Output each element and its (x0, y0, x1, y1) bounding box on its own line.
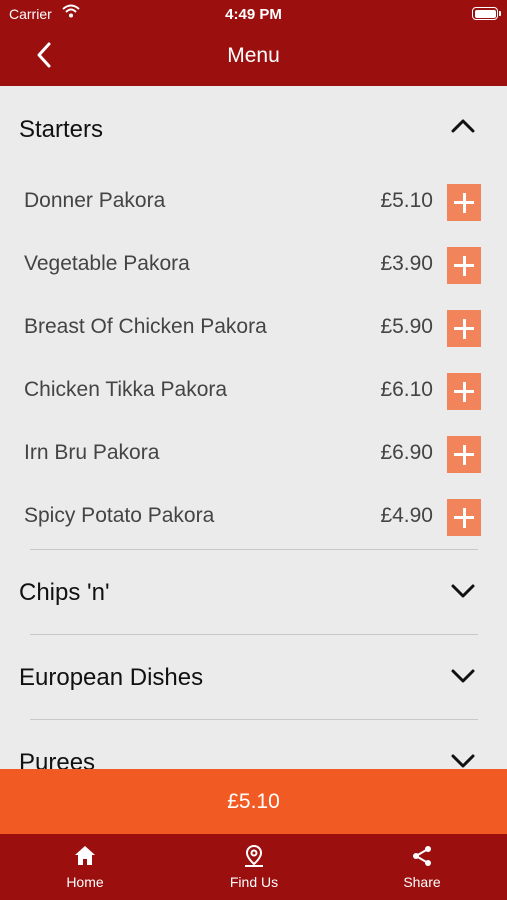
menu-item: Spicy Potato Pakora £4.90 (0, 488, 507, 548)
add-item-button[interactable] (447, 436, 481, 473)
chevron-down-icon (451, 584, 475, 598)
status-time: 4:49 PM (225, 6, 282, 23)
location-pin-icon (245, 844, 263, 867)
item-price: £5.10 (380, 189, 433, 212)
tab-home[interactable]: Home (25, 834, 145, 900)
add-item-button[interactable] (447, 310, 481, 347)
chevron-down-icon (451, 669, 475, 683)
status-bar: Carrier 4:49 PM (0, 0, 507, 28)
section-header-starters[interactable]: Starters (0, 86, 507, 166)
tab-label: Share (403, 874, 441, 890)
menu-item: Vegetable Pakora £3.90 (0, 236, 507, 296)
menu-item: Irn Bru Pakora £6.90 (0, 425, 507, 485)
section-header-chips[interactable]: Chips 'n' (0, 550, 507, 630)
menu-item: Chicken Tikka Pakora £6.10 (0, 362, 507, 422)
section-label: Purees (19, 749, 96, 769)
tab-label: Find Us (229, 874, 279, 890)
page-title: Menu (227, 44, 280, 67)
item-name: Chicken Tikka Pakora (24, 378, 228, 401)
add-item-button[interactable] (447, 184, 481, 221)
item-price: £6.10 (380, 378, 433, 401)
chevron-up-icon (451, 119, 475, 133)
section-label: Chips 'n' (19, 579, 110, 606)
item-name: Vegetable Pakora (24, 252, 190, 275)
menu-list[interactable]: Starters Donner Pakora £5.10 Vegetable P… (0, 86, 507, 769)
item-price: £4.90 (380, 504, 433, 527)
item-price: £5.90 (380, 315, 433, 338)
menu-item: Breast Of Chicken Pakora £5.90 (0, 299, 507, 359)
menu-item: Donner Pakora £5.10 (0, 173, 507, 233)
item-name: Spicy Potato Pakora (24, 504, 215, 527)
add-item-button[interactable] (447, 373, 481, 410)
tab-share[interactable]: Share (362, 834, 482, 900)
battery-icon (472, 7, 501, 20)
item-name: Donner Pakora (24, 189, 166, 212)
tab-find-us[interactable]: Find Us (194, 834, 314, 900)
section-header-european-dishes[interactable]: European Dishes (0, 635, 507, 715)
chevron-down-icon (451, 754, 475, 768)
share-icon (413, 846, 431, 866)
item-name: Irn Bru Pakora (24, 441, 160, 464)
nav-bar: Menu (0, 28, 507, 86)
item-price: £3.90 (380, 252, 433, 275)
tab-label: Home (66, 874, 104, 890)
add-item-button[interactable] (447, 499, 481, 536)
tab-bar: Home Find Us Share (0, 834, 507, 900)
section-label: Starters (19, 116, 104, 143)
checkout-total-button[interactable]: £5.10 (0, 769, 507, 834)
section-label: European Dishes (19, 664, 204, 691)
add-item-button[interactable] (447, 247, 481, 284)
item-name: Breast Of Chicken Pakora (24, 315, 267, 338)
home-icon (75, 846, 95, 865)
section-header-purees[interactable]: Purees (0, 720, 507, 769)
item-price: £6.90 (380, 441, 433, 464)
